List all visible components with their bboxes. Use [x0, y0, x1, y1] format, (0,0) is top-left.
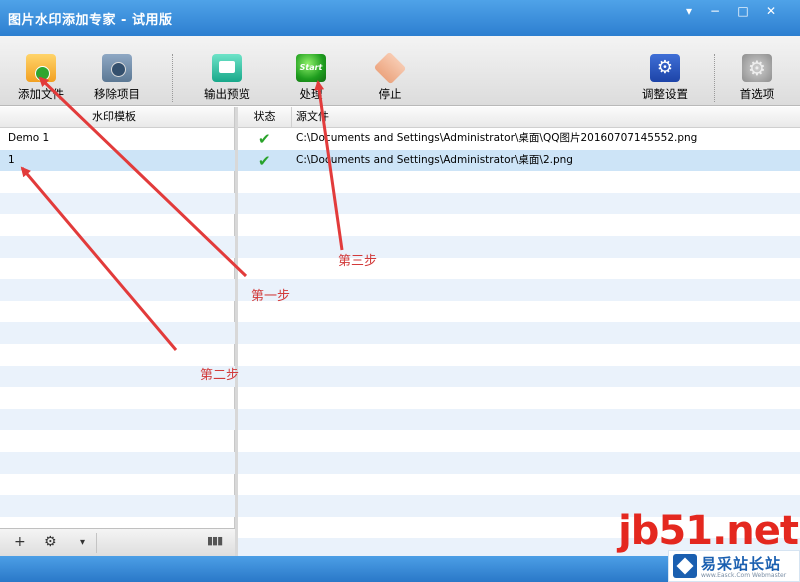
site-watermark: jb51.net — [618, 508, 799, 554]
toolbar-separator — [714, 54, 715, 102]
status-column-header[interactable]: 状态 — [238, 107, 292, 128]
empty-row — [0, 279, 235, 301]
empty-row — [0, 301, 235, 323]
preferences-gear-icon: ⚙ — [742, 54, 772, 82]
folder-add-icon — [26, 54, 56, 82]
files-header: 状态 源文件 — [238, 107, 800, 128]
empty-row — [238, 430, 800, 452]
start-icon: Start — [296, 54, 326, 82]
empty-row — [0, 171, 235, 193]
gear-icon: ⚙ — [650, 54, 680, 82]
empty-row — [0, 408, 235, 431]
brand-watermark: 易采站长站 www.Easck.Com Webmaster — [668, 550, 800, 582]
file-path: C:\Documents and Settings\Administrator\… — [296, 153, 573, 166]
files-panel: 状态 源文件 ✔ C:\Documents and Settings\Admini… — [238, 107, 800, 556]
template-settings-button[interactable]: ⚙ — [44, 534, 57, 550]
template-row[interactable]: 1 — [0, 149, 235, 172]
template-row[interactable]: Demo 1 — [0, 128, 235, 150]
file-row[interactable]: ✔ C:\Documents and Settings\Administrator… — [238, 149, 800, 172]
empty-row — [238, 258, 800, 280]
templates-footer: + ⚙ ▾ ▮▮▮ — [0, 528, 235, 556]
empty-row — [0, 495, 235, 517]
remove-item-label: 移除项目 — [94, 87, 140, 101]
add-file-button[interactable]: 添加文件 — [6, 54, 76, 104]
empty-row — [0, 451, 235, 474]
empty-row — [238, 235, 800, 258]
empty-row — [0, 235, 235, 258]
empty-row — [238, 365, 800, 388]
toolbar: 添加文件 移除项目 输出预览 Start 处理 停止 ⚙ 调整设置 ⚙ 首选项 — [0, 36, 800, 106]
minimize-button[interactable]: − — [702, 2, 728, 20]
empty-row — [0, 258, 235, 280]
empty-row — [0, 322, 235, 344]
step3-label: 第三步 — [338, 254, 378, 269]
empty-row — [238, 344, 800, 366]
empty-row — [0, 344, 235, 366]
process-label: 处理 — [299, 87, 323, 101]
preferences-glyph: ⚙ — [748, 56, 766, 80]
templates-list[interactable]: Demo 1 1 — [0, 128, 235, 528]
stop-icon — [373, 51, 407, 85]
maximize-button[interactable]: □ — [730, 2, 756, 20]
toolbar-separator — [172, 54, 173, 102]
title-bar: 图片水印添加专家 - 试用版 ▾ − □ ✕ — [0, 0, 800, 36]
start-icon-text: Start — [299, 63, 323, 72]
empty-row — [0, 517, 235, 528]
empty-row — [238, 474, 800, 496]
empty-row — [238, 171, 800, 193]
checkmark-icon: ✔ — [258, 151, 271, 170]
step2-label: 第二步 — [200, 368, 240, 383]
preferences-button[interactable]: ⚙ 首选项 — [722, 54, 792, 104]
template-name: Demo 1 — [8, 132, 50, 144]
file-path: C:\Documents and Settings\Administrator\… — [296, 132, 698, 144]
menu-dropdown-button[interactable]: ▾ — [676, 2, 702, 20]
templates-header[interactable]: 水印模板 — [0, 107, 234, 128]
preview-icon — [212, 54, 242, 82]
empty-row — [238, 322, 800, 344]
step1-label: 第一步 — [251, 289, 291, 304]
empty-row — [0, 430, 235, 452]
template-name: 1 — [8, 153, 15, 166]
brand-name: 易采站长站 — [701, 555, 782, 573]
stop-label: 停止 — [378, 87, 402, 101]
window-title: 图片水印添加专家 - 试用版 — [8, 13, 173, 28]
empty-row — [238, 214, 800, 236]
checkmark-icon: ✔ — [258, 130, 271, 148]
empty-row — [238, 301, 800, 323]
close-button[interactable]: ✕ — [758, 2, 784, 20]
output-preview-label: 输出预览 — [204, 87, 250, 101]
preferences-label: 首选项 — [739, 87, 775, 101]
empty-row — [238, 279, 800, 301]
process-button[interactable]: Start 处理 — [276, 54, 346, 104]
file-row[interactable]: ✔ C:\Documents and Settings\Administrator… — [238, 128, 800, 150]
gear-glyph: ⚙ — [656, 57, 674, 78]
adjust-settings-label: 调整设置 — [642, 87, 688, 101]
output-preview-button[interactable]: 输出预览 — [192, 54, 262, 104]
empty-row — [238, 192, 800, 215]
add-template-button[interactable]: + — [14, 534, 26, 550]
empty-row — [0, 387, 235, 409]
brand-logo-icon — [673, 554, 697, 578]
empty-row — [238, 387, 800, 409]
adjust-settings-button[interactable]: ⚙ 调整设置 — [630, 54, 700, 104]
brand-url: www.Easck.Com Webmaster — [701, 572, 787, 579]
empty-row — [0, 192, 235, 215]
remove-item-button[interactable]: 移除项目 — [82, 54, 152, 104]
columns-icon[interactable]: ▮▮▮ — [207, 534, 223, 547]
stop-button[interactable]: 停止 — [355, 51, 425, 104]
empty-row — [0, 474, 235, 496]
empty-row — [238, 408, 800, 431]
empty-row — [0, 214, 235, 236]
source-column-header[interactable]: 源文件 — [296, 107, 329, 127]
add-file-label: 添加文件 — [18, 87, 64, 101]
footer-divider — [96, 533, 97, 553]
folder-remove-icon — [102, 54, 132, 82]
templates-panel: 水印模板 Demo 1 1 + ⚙ ▾ ▮▮▮ — [0, 107, 235, 556]
files-list[interactable]: ✔ C:\Documents and Settings\Administrator… — [238, 128, 800, 556]
templates-header-label: 水印模板 — [92, 110, 136, 123]
empty-row — [238, 451, 800, 474]
template-dropdown-button[interactable]: ▾ — [80, 537, 85, 548]
